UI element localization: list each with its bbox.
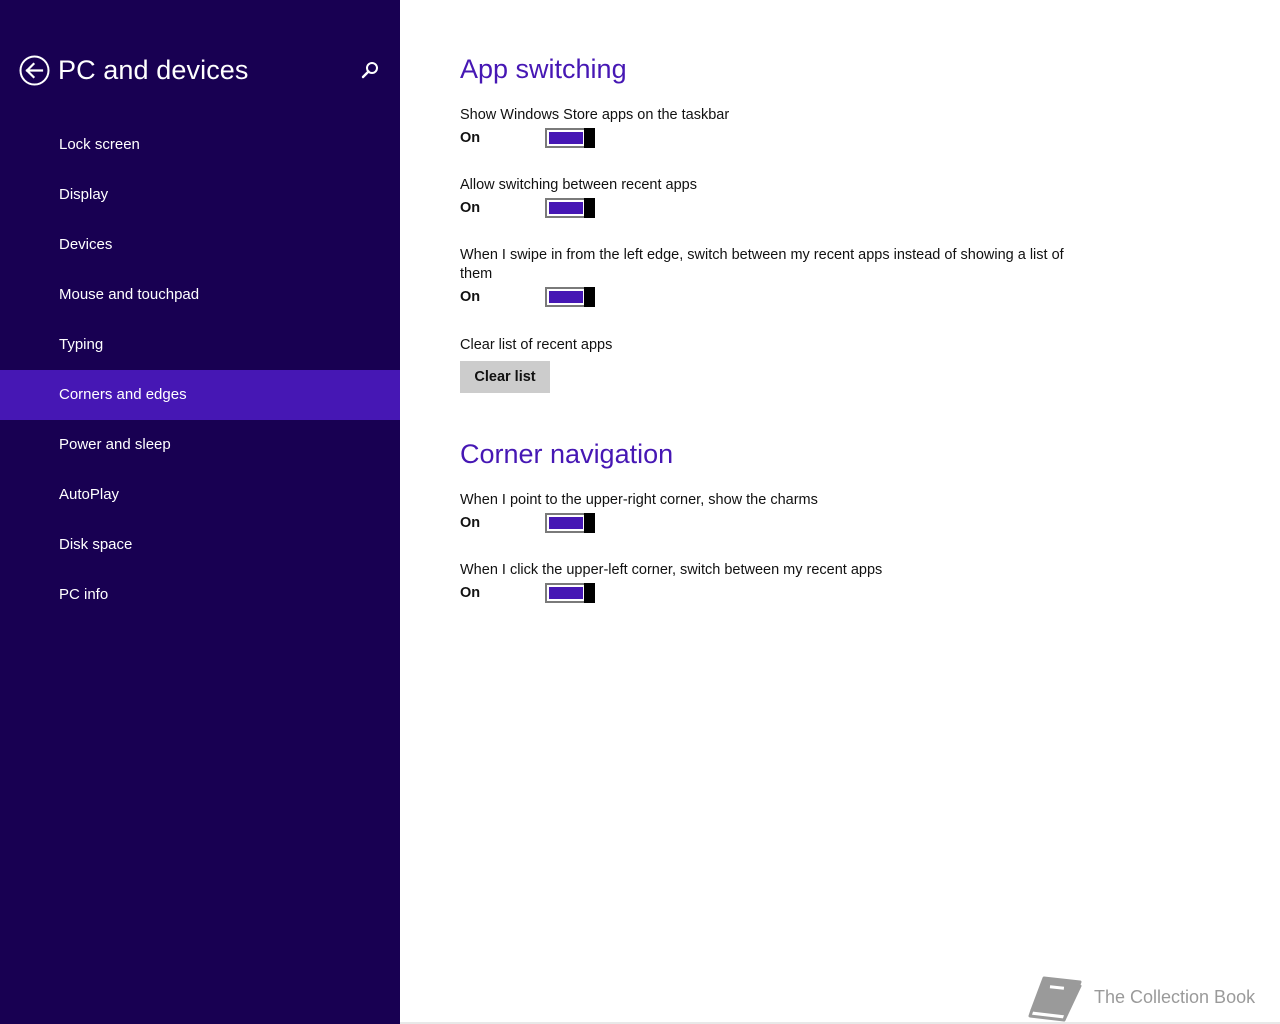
setting-swipe-left-edge: When I swipe in from the left edge, swit… <box>460 246 1080 309</box>
toggle-state-text: On <box>460 200 481 216</box>
sidebar-item-devices[interactable]: Devices <box>0 220 400 270</box>
toggle-switch[interactable] <box>545 513 595 533</box>
toggle-thumb[interactable] <box>584 128 595 148</box>
sidebar: PC and devices Lock screen Display Devic… <box>0 0 400 1024</box>
toggle-state-text: On <box>460 585 481 601</box>
section-title-corner-navigation: Corner navigation <box>460 439 674 469</box>
setting-label: Allow switching between recent apps <box>460 177 697 193</box>
sidebar-header: PC and devices <box>0 48 400 92</box>
book-icon <box>1028 976 1082 1022</box>
sidebar-item-mouse-and-touchpad[interactable]: Mouse and touchpad <box>0 270 400 320</box>
watermark: The Collection Book <box>1026 972 1276 1024</box>
toggle-switch[interactable] <box>545 198 595 218</box>
setting-label: When I point to the upper-right corner, … <box>460 492 818 508</box>
sidebar-item-autoplay[interactable]: AutoPlay <box>0 470 400 520</box>
page-title: PC and devices <box>58 55 249 85</box>
setting-label: Show Windows Store apps on the taskbar <box>460 107 730 123</box>
sidebar-item-pc-info[interactable]: PC info <box>0 570 400 620</box>
setting-clear-recent-apps: Clear list of recent apps Clear list <box>460 336 1080 393</box>
setting-label: Clear list of recent apps <box>460 337 613 353</box>
setting-upper-right-charms: When I point to the upper-right corner, … <box>460 491 1080 535</box>
setting-switch-recent-apps: Allow switching between recent apps On <box>460 176 1080 220</box>
sidebar-item-disk-space[interactable]: Disk space <box>0 520 400 570</box>
sidebar-item-typing[interactable]: Typing <box>0 320 400 370</box>
toggle-thumb[interactable] <box>584 583 595 603</box>
section-title-app-switching: App switching <box>460 54 627 84</box>
toggle-switch[interactable] <box>545 583 595 603</box>
setting-label: When I swipe in from the left edge, swit… <box>460 247 1064 282</box>
setting-upper-left-recent-apps: When I click the upper-left corner, swit… <box>460 561 1080 605</box>
setting-label: When I click the upper-left corner, swit… <box>460 562 883 578</box>
setting-store-apps-taskbar: Show Windows Store apps on the taskbar O… <box>460 106 1080 150</box>
back-arrow-circle-icon[interactable] <box>19 55 50 86</box>
sidebar-item-power-and-sleep[interactable]: Power and sleep <box>0 420 400 470</box>
search-icon[interactable] <box>360 60 380 80</box>
sidebar-item-display[interactable]: Display <box>0 170 400 220</box>
toggle-state-text: On <box>460 515 481 531</box>
toggle-thumb[interactable] <box>584 198 595 218</box>
sidebar-item-corners-and-edges[interactable]: Corners and edges <box>0 370 400 420</box>
toggle-state-text: On <box>460 130 481 146</box>
toggle-switch[interactable] <box>545 128 595 148</box>
toggle-switch[interactable] <box>545 287 595 307</box>
toggle-thumb[interactable] <box>584 513 595 533</box>
toggle-thumb[interactable] <box>584 287 595 307</box>
sidebar-nav: Lock screen Display Devices Mouse and to… <box>0 120 400 620</box>
watermark-text: The Collection Book <box>1094 987 1256 1007</box>
sidebar-item-lock-screen[interactable]: Lock screen <box>0 120 400 170</box>
toggle-state-text: On <box>460 289 481 305</box>
clear-list-button[interactable]: Clear list <box>460 361 550 393</box>
